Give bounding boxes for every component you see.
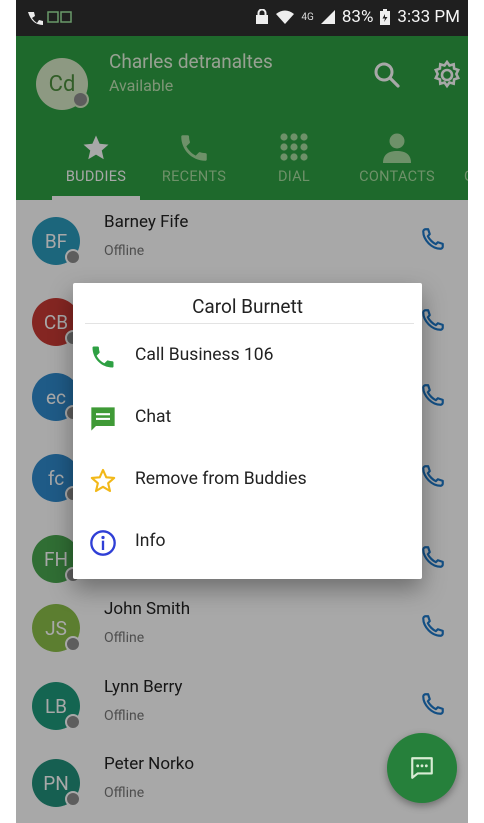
- buddy-actions-dialog: Carol Burnett Call Business 106 Chat Rem…: [73, 283, 422, 579]
- status-bar: 4G 83% 3:33 PM: [16, 0, 468, 36]
- notification-icons: [28, 11, 72, 25]
- network-type: 4G: [301, 11, 314, 23]
- option-label: Info: [135, 531, 166, 551]
- status-left-icons: [26, 8, 74, 30]
- dialog-title: Carol Burnett: [192, 295, 303, 318]
- option-label: Chat: [135, 407, 172, 427]
- phone-icon: [92, 346, 114, 368]
- clock: 3:33 PM: [397, 7, 460, 27]
- option-label: Call Business 106: [135, 345, 274, 365]
- info-option[interactable]: Info: [73, 511, 422, 573]
- signal-icon: [320, 10, 335, 24]
- info-icon: [90, 530, 116, 556]
- lock-icon: [256, 9, 269, 24]
- option-label: Remove from Buddies: [135, 469, 307, 489]
- battery-percent: 83%: [341, 7, 374, 27]
- chat-icon: [411, 757, 433, 779]
- star-outline-icon: [90, 468, 116, 493]
- chat-icon: [91, 407, 115, 431]
- battery-icon: [380, 9, 391, 25]
- new-chat-fab[interactable]: [387, 733, 457, 803]
- divider: [85, 323, 414, 324]
- app-screen: 4G 83% 3:33 PM Cd Charles detranaltes Av…: [16, 0, 468, 823]
- status-right: 4G 83% 3:33 PM: [255, 7, 460, 27]
- chat-option[interactable]: Chat: [73, 387, 422, 449]
- call-business-option[interactable]: Call Business 106: [73, 325, 422, 387]
- wifi-icon: [276, 10, 295, 24]
- remove-buddy-option[interactable]: Remove from Buddies: [73, 449, 422, 511]
